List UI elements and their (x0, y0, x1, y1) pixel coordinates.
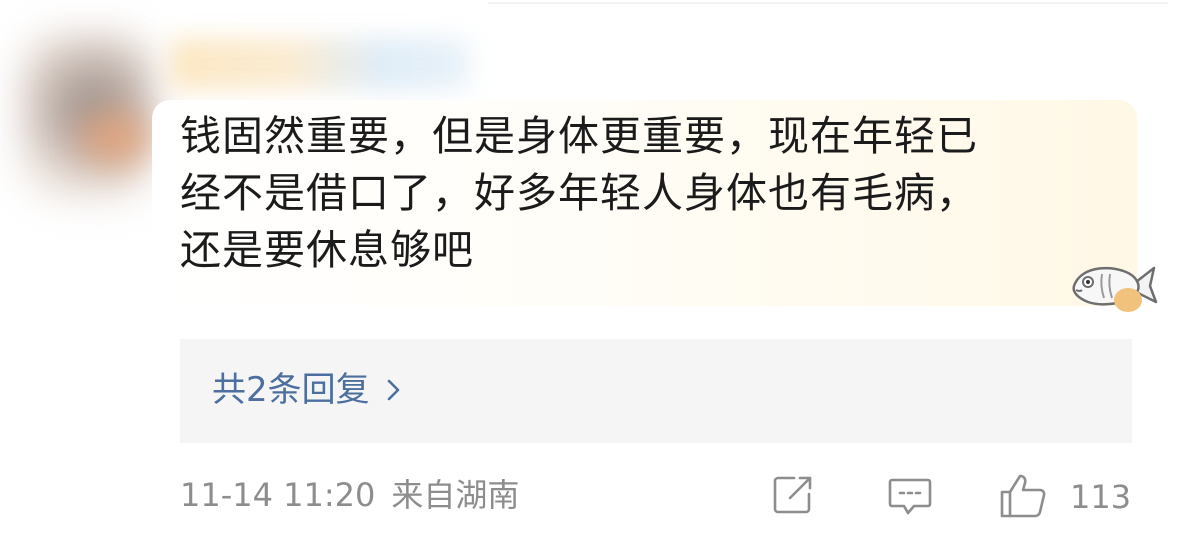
like-button[interactable]: 113 (998, 472, 1138, 520)
replies-count-label: 共2条回复 (212, 370, 370, 410)
view-replies-link[interactable]: 共2条回复 (212, 369, 402, 411)
location: 来自湖南 (391, 476, 520, 514)
avatar-tint (80, 110, 150, 165)
comment-text: 钱固然重要，但是身体更重要，现在年轻已 经不是借口了，好多年轻人身体也有毛病， … (180, 108, 1080, 279)
comment-button[interactable] (886, 472, 934, 520)
comment-line: 经不是借口了，好多年轻人身体也有毛病， (180, 169, 978, 217)
share-button[interactable] (770, 472, 816, 520)
top-divider (488, 2, 1168, 4)
comment-meta: 11-14 11:20 来自湖南 (180, 474, 519, 516)
comment-line: 还是要休息够吧 (180, 226, 474, 274)
comment-icon (886, 472, 934, 520)
replies-bar[interactable]: 共2条回复 (180, 339, 1132, 443)
comment-line: 钱固然重要，但是身体更重要，现在年轻已 (180, 112, 978, 160)
like-count: 113 (1070, 478, 1132, 516)
timestamp: 11-14 11:20 (180, 476, 376, 514)
chevron-right-icon (386, 378, 402, 402)
username[interactable] (170, 38, 470, 90)
share-icon (770, 472, 816, 518)
fish-sticker-icon (1066, 256, 1158, 316)
